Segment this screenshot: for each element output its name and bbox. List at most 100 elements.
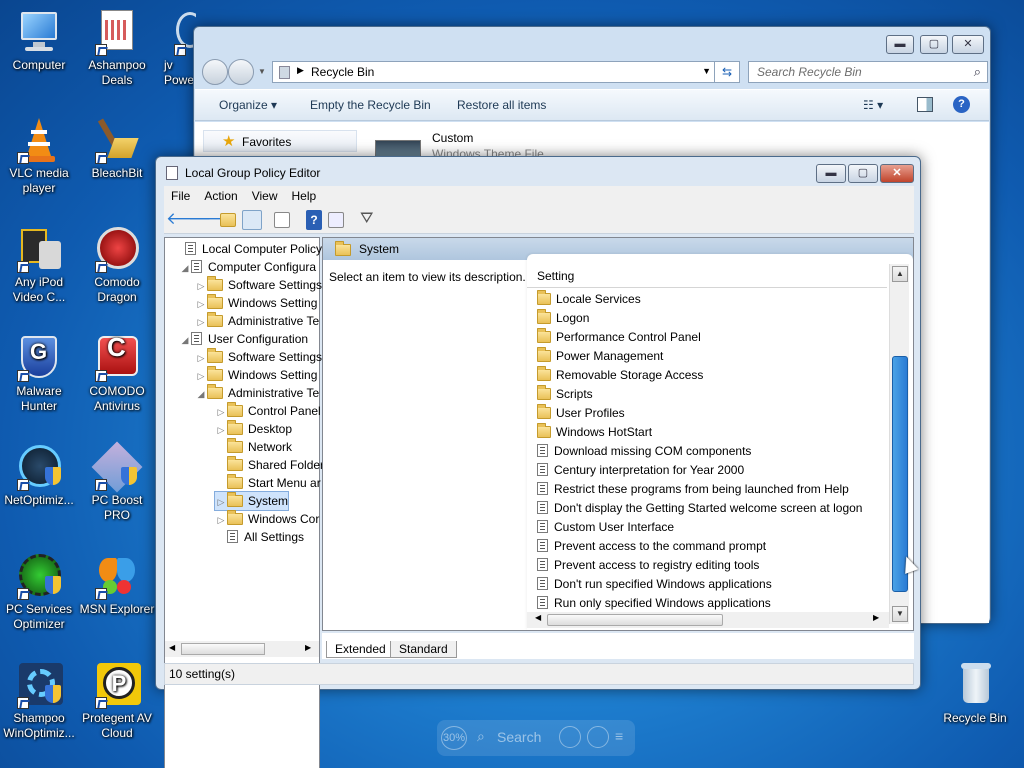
menu-help[interactable]: Help	[285, 186, 324, 206]
tab-extended[interactable]: Extended	[326, 641, 395, 658]
setting-row[interactable]: Removable Storage Access	[537, 366, 703, 385]
menu-file[interactable]: File	[164, 186, 197, 206]
tree-item[interactable]: Shared Folder	[215, 456, 324, 474]
preview-pane-icon[interactable]	[917, 97, 933, 112]
help-book-icon[interactable]: ?	[306, 210, 322, 230]
collapsed-arrow-icon[interactable]: ▷	[215, 493, 227, 511]
collapsed-arrow-icon[interactable]: ▷	[195, 295, 207, 313]
desktop-icon-vlc[interactable]: VLC media player	[0, 116, 78, 196]
collapsed-arrow-icon[interactable]: ▷	[195, 349, 207, 367]
desktop-icon-recycle-bin[interactable]: Recycle Bin	[936, 661, 1014, 726]
up-folder-icon[interactable]	[220, 213, 236, 227]
tree-item[interactable]: ▷ Control Panel	[215, 402, 321, 420]
forward-arrow-icon[interactable]: 🡒	[188, 210, 234, 230]
desktop-icon-pc-boost[interactable]: PC Boost PRO	[78, 441, 156, 523]
collapsed-arrow-icon[interactable]: ▷	[195, 277, 207, 295]
collapsed-arrow-icon[interactable]: ▷	[215, 403, 227, 421]
desktop-icon-any-ipod[interactable]: Any iPod Video C...	[0, 225, 78, 305]
column-header-setting[interactable]: Setting	[527, 266, 887, 288]
scroll-left-icon[interactable]: ◀	[169, 643, 175, 652]
grid-icon[interactable]	[559, 726, 581, 748]
scroll-left-icon[interactable]: ◀	[535, 613, 541, 622]
collapsed-arrow-icon[interactable]: ▷	[215, 511, 227, 529]
document-icon[interactable]	[587, 726, 609, 748]
organize-button[interactable]: Organize ▾	[219, 98, 277, 112]
collapsed-arrow-icon[interactable]: ▷	[195, 313, 207, 331]
horizontal-scrollbar[interactable]: ◀ ▶	[527, 612, 889, 628]
tree-item[interactable]: Network	[215, 438, 292, 456]
properties-icon[interactable]	[328, 212, 344, 228]
setting-row[interactable]: Scripts	[537, 385, 593, 404]
desktop-icon-malware-hunter[interactable]: G Malware Hunter	[0, 334, 78, 414]
tab-standard[interactable]: Standard	[390, 641, 457, 658]
minimize-button[interactable]: ▬	[886, 35, 914, 54]
desktop-icon-msn-explorer[interactable]: MSN Explorer	[78, 552, 156, 617]
setting-row[interactable]: Windows HotStart	[537, 423, 652, 442]
scroll-up-icon[interactable]: ▲	[892, 266, 908, 282]
history-dropdown-icon[interactable]: ▼	[258, 67, 266, 76]
collapsed-arrow-icon[interactable]: ▷	[215, 421, 227, 439]
nav-favorites[interactable]: ★ Favorites	[203, 130, 357, 152]
empty-recycle-bin-button[interactable]: Empty the Recycle Bin	[310, 98, 431, 112]
desktop-icon-pc-services-optimizer[interactable]: PC Services Optimizer	[0, 552, 78, 632]
minimize-button[interactable]: ▬	[816, 164, 846, 183]
setting-row[interactable]: Prevent access to the command prompt	[537, 537, 766, 556]
tree-h-scrollbar[interactable]: ◀ ▶	[165, 641, 319, 657]
help-icon[interactable]: ?	[953, 96, 970, 113]
tree-item[interactable]: ▷ System	[213, 491, 290, 511]
close-button[interactable]: ✕	[952, 35, 984, 54]
setting-row[interactable]: Restrict these programs from being launc…	[537, 480, 849, 499]
tree-item[interactable]: ◢ Administrative Te	[195, 384, 319, 402]
desktop-icon-comodo-dragon[interactable]: Comodo Dragon	[78, 225, 156, 305]
tree-item[interactable]: ▷ Desktop	[215, 420, 292, 438]
scroll-right-icon[interactable]: ▶	[305, 643, 311, 652]
desktop-icon-ashampoo-deals[interactable]: Ashampoo Deals	[78, 8, 156, 88]
restore-all-button[interactable]: Restore all items	[457, 98, 546, 112]
tree-item[interactable]: ▷ Software Settings	[195, 276, 322, 294]
address-dropdown-icon[interactable]: ▼	[702, 66, 711, 76]
floating-search-bar[interactable]: 30% ⌕ Search ≡	[437, 720, 635, 756]
back-button[interactable]	[202, 59, 228, 85]
view-options-icon[interactable]: ☷ ▾	[863, 98, 883, 112]
tree-item[interactable]: All Settings	[215, 528, 304, 546]
address-bar[interactable]: ▶ Recycle Bin ▼	[272, 61, 718, 83]
title-bar[interactable]: Local Group Policy Editor ▬ ▢ ✕	[156, 157, 920, 187]
desktop-icon-netoptimizer[interactable]: NetOptimiz...	[0, 443, 78, 508]
search-input[interactable]: Search Recycle Bin ⌕	[748, 61, 988, 83]
setting-row[interactable]: Prevent access to registry editing tools	[537, 556, 759, 575]
expanded-arrow-icon[interactable]: ◢	[179, 331, 191, 349]
tree-h-scroll-thumb[interactable]	[181, 643, 265, 655]
setting-row[interactable]: User Profiles	[537, 404, 625, 423]
tree-item[interactable]: ▷ Windows Cor	[215, 510, 319, 528]
filter-icon[interactable]: ⛛	[360, 210, 380, 230]
tree-item[interactable]: ◢ User Configuration	[179, 330, 308, 348]
setting-row[interactable]: Don't run specified Windows applications	[537, 575, 772, 594]
h-scroll-thumb[interactable]	[547, 614, 723, 626]
desktop-icon-protegent[interactable]: P Protegent AV Cloud	[78, 661, 156, 741]
setting-row[interactable]: Don't display the Getting Started welcom…	[537, 499, 862, 518]
setting-row[interactable]: Performance Control Panel	[537, 328, 701, 347]
refresh-button[interactable]: ⇆	[714, 61, 740, 83]
collapsed-arrow-icon[interactable]: ▷	[195, 367, 207, 385]
tree-item[interactable]: ▷ Windows Setting	[195, 294, 317, 312]
tree-item[interactable]: ▷ Software Settings	[195, 348, 322, 366]
expanded-arrow-icon[interactable]: ◢	[179, 259, 191, 277]
maximize-button[interactable]: ▢	[920, 35, 948, 54]
export-list-icon[interactable]	[274, 212, 290, 228]
tree-item[interactable]: ▷ Windows Setting	[195, 366, 317, 384]
setting-row[interactable]: Locale Services	[537, 290, 641, 309]
tree-item[interactable]: Local Computer Policy	[173, 240, 322, 258]
tree-item[interactable]: ◢ Computer Configura	[179, 258, 316, 276]
desktop-icon-jv[interactable]: jv Powe	[156, 8, 196, 88]
scroll-right-icon[interactable]: ▶	[873, 613, 879, 622]
desktop-icon-shampoo-winoptimizer[interactable]: Shampoo WinOptimiz...	[0, 661, 78, 741]
scroll-down-icon[interactable]: ▼	[892, 606, 908, 622]
desktop-icon-comodo-antivirus[interactable]: C COMODO Antivirus	[78, 334, 156, 414]
setting-row[interactable]: Century interpretation for Year 2000	[537, 461, 744, 480]
maximize-button[interactable]: ▢	[848, 164, 878, 183]
desktop-icon-computer[interactable]: Computer	[0, 8, 78, 73]
forward-button[interactable]	[228, 59, 254, 85]
menu-action[interactable]: Action	[197, 186, 244, 206]
setting-row[interactable]: Run only specified Windows applications	[537, 594, 771, 610]
show-hide-tree-icon[interactable]	[242, 210, 262, 230]
